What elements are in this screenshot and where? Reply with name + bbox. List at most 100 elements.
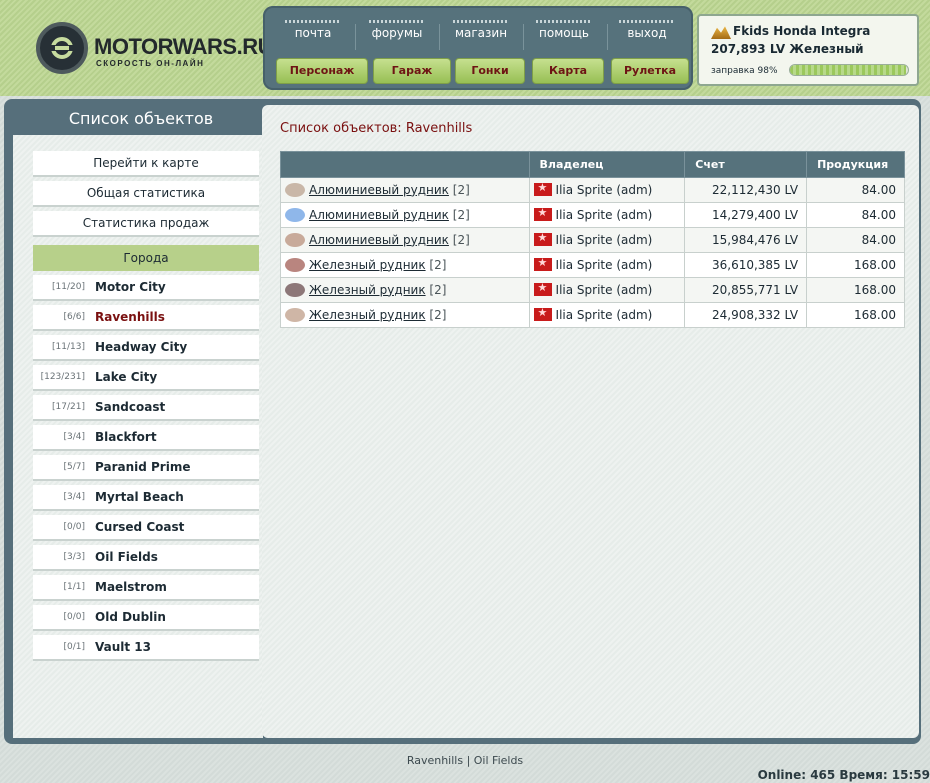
- object-level: [2]: [429, 257, 447, 272]
- object-link[interactable]: Железный рудник: [309, 258, 426, 272]
- sidebar-item-city[interactable]: [3/3] Oil Fields: [33, 545, 259, 571]
- character-button[interactable]: Персонаж: [276, 58, 368, 84]
- sidebar-item-city[interactable]: [3/4] Myrtal Beach: [33, 485, 259, 511]
- city-object-count: [0/0]: [63, 612, 85, 622]
- resource-icon: [285, 183, 305, 198]
- fuel-label: заправка 98%: [711, 66, 778, 76]
- nav-link-shop[interactable]: магазин: [439, 16, 523, 52]
- city-object-count: [0/0]: [63, 522, 85, 532]
- map-button[interactable]: Карта: [532, 58, 604, 84]
- city-object-count: [3/4]: [63, 492, 85, 502]
- nav-link-logout[interactable]: выход: [605, 16, 689, 52]
- owner-cell: Ilia Sprite (adm): [528, 277, 686, 303]
- page-title: Список объектов: Ravenhills: [280, 121, 473, 136]
- sidebar-item-city[interactable]: [123/231] Lake City: [33, 365, 259, 391]
- account-cell: 24,908,332 LV: [684, 302, 808, 328]
- content-panel: Список объектов: Ravenhills Владелец Сче…: [262, 105, 919, 738]
- city-name: Oil Fields: [95, 550, 158, 564]
- object-link[interactable]: Железный рудник: [309, 308, 426, 322]
- production-cell: 84.00: [806, 177, 905, 203]
- owner-name[interactable]: Ilia Sprite (adm): [556, 233, 653, 247]
- object-link[interactable]: Алюминиевый рудник: [309, 183, 449, 197]
- main-nav: почта форумы магазин помощь выход Персон…: [263, 6, 693, 90]
- object-link[interactable]: Алюминиевый рудник: [309, 233, 449, 247]
- column-header-production: Продукция: [806, 151, 905, 178]
- sidebar-title: Список объектов: [68, 109, 214, 128]
- account-cell: 36,610,385 LV: [684, 252, 808, 278]
- car-money: 207,893 LV Железный: [711, 42, 864, 56]
- car-info-panel: Fkids Honda Integra 207,893 LV Железный …: [697, 14, 919, 86]
- owner-name[interactable]: Ilia Sprite (adm): [556, 183, 653, 197]
- city-object-count: [11/13]: [52, 342, 85, 352]
- logo-icon: [36, 22, 88, 74]
- owner-name[interactable]: Ilia Sprite (adm): [556, 208, 653, 222]
- column-header-object: [280, 151, 530, 178]
- city-object-count: [0/1]: [63, 642, 85, 652]
- city-name: Lake City: [95, 370, 158, 384]
- footer-status: Online: 465 Время: 15:59: [757, 768, 930, 782]
- object-level: [2]: [452, 232, 470, 247]
- account-cell: 14,279,400 LV: [684, 202, 808, 228]
- city-object-count: [123/231]: [40, 372, 85, 382]
- production-cell: 168.00: [806, 302, 905, 328]
- sales-stats-button[interactable]: Статистика продаж: [33, 211, 259, 237]
- city-object-count: [5/7]: [63, 462, 85, 472]
- footer-links[interactable]: Ravenhills | Oil Fields: [0, 754, 930, 767]
- sidebar-item-city[interactable]: [17/21] Sandcoast: [33, 395, 259, 421]
- roulette-button[interactable]: Рулетка: [611, 58, 689, 84]
- go-to-map-button[interactable]: Перейти к карте: [33, 151, 259, 177]
- production-cell: 84.00: [806, 202, 905, 228]
- sidebar-item-city[interactable]: [11/20] Motor City: [33, 275, 259, 301]
- object-cell: Алюминиевый рудник [2]: [280, 202, 530, 228]
- city-object-count: [17/21]: [52, 402, 85, 412]
- owner-name[interactable]: Ilia Sprite (adm): [556, 258, 653, 272]
- nav-link-help[interactable]: помощь: [522, 16, 606, 52]
- garage-button[interactable]: Гараж: [373, 58, 451, 84]
- sidebar: Перейти к карте Общая статистика Статист…: [13, 135, 263, 738]
- account-cell: 22,112,430 LV: [684, 177, 808, 203]
- sidebar-item-city[interactable]: [1/1] Maelstrom: [33, 575, 259, 601]
- races-button[interactable]: Гонки: [455, 58, 525, 84]
- sidebar-item-city[interactable]: [0/0] Cursed Coast: [33, 515, 259, 541]
- sidebar-item-city[interactable]: [5/7] Paranid Prime: [33, 455, 259, 481]
- sidebar-item-city[interactable]: [0/0] Old Dublin: [33, 605, 259, 631]
- city-object-count: [11/20]: [52, 282, 85, 292]
- sidebar-item-city[interactable]: [6/6] Ravenhills: [33, 305, 259, 331]
- owner-name[interactable]: Ilia Sprite (adm): [556, 283, 653, 297]
- nav-link-forums[interactable]: форумы: [355, 16, 439, 52]
- object-link[interactable]: Алюминиевый рудник: [309, 208, 449, 222]
- owner-name[interactable]: Ilia Sprite (adm): [556, 308, 653, 322]
- city-name: Blackfort: [95, 430, 157, 444]
- general-stats-button[interactable]: Общая статистика: [33, 181, 259, 207]
- car-name[interactable]: Fkids Honda Integra: [733, 24, 870, 38]
- sidebar-item-city[interactable]: [11/13] Headway City: [33, 335, 259, 361]
- table-header-row: Владелец Счет Продукция: [280, 151, 905, 178]
- object-level: [2]: [429, 307, 447, 322]
- resource-icon: [285, 283, 305, 298]
- object-link[interactable]: Железный рудник: [309, 283, 426, 297]
- owner-cell: Ilia Sprite (adm): [528, 302, 686, 328]
- nav-link-mail[interactable]: почта: [271, 16, 355, 52]
- fuel-progress-fill: [790, 65, 906, 75]
- logo[interactable]: MOTORWARS.RU СКОРОСТЬ ОН-ЛАЙН: [36, 22, 273, 74]
- city-name: Vault 13: [95, 640, 151, 654]
- object-cell: Алюминиевый рудник [2]: [280, 227, 530, 253]
- fuel-progress-bar: [789, 64, 909, 76]
- city-name: Maelstrom: [95, 580, 167, 594]
- logo-title: MOTORWARS.RU: [94, 34, 273, 59]
- owner-cell: Ilia Sprite (adm): [528, 227, 686, 253]
- sidebar-item-city[interactable]: [3/4] Blackfort: [33, 425, 259, 451]
- header: MOTORWARS.RU СКОРОСТЬ ОН-ЛАЙН почта фору…: [0, 0, 930, 96]
- production-cell: 84.00: [806, 227, 905, 253]
- owner-cell: Ilia Sprite (adm): [528, 252, 686, 278]
- city-name: Sandcoast: [95, 400, 166, 414]
- account-cell: 15,984,476 LV: [684, 227, 808, 253]
- city-object-count: [6/6]: [63, 312, 85, 322]
- resource-icon: [285, 208, 305, 223]
- resource-icon: [285, 308, 305, 323]
- city-name: Motor City: [95, 280, 166, 294]
- object-cell: Железный рудник [2]: [280, 277, 530, 303]
- city-object-count: [3/3]: [63, 552, 85, 562]
- sidebar-item-city[interactable]: [0/1] Vault 13: [33, 635, 259, 661]
- production-cell: 168.00: [806, 277, 905, 303]
